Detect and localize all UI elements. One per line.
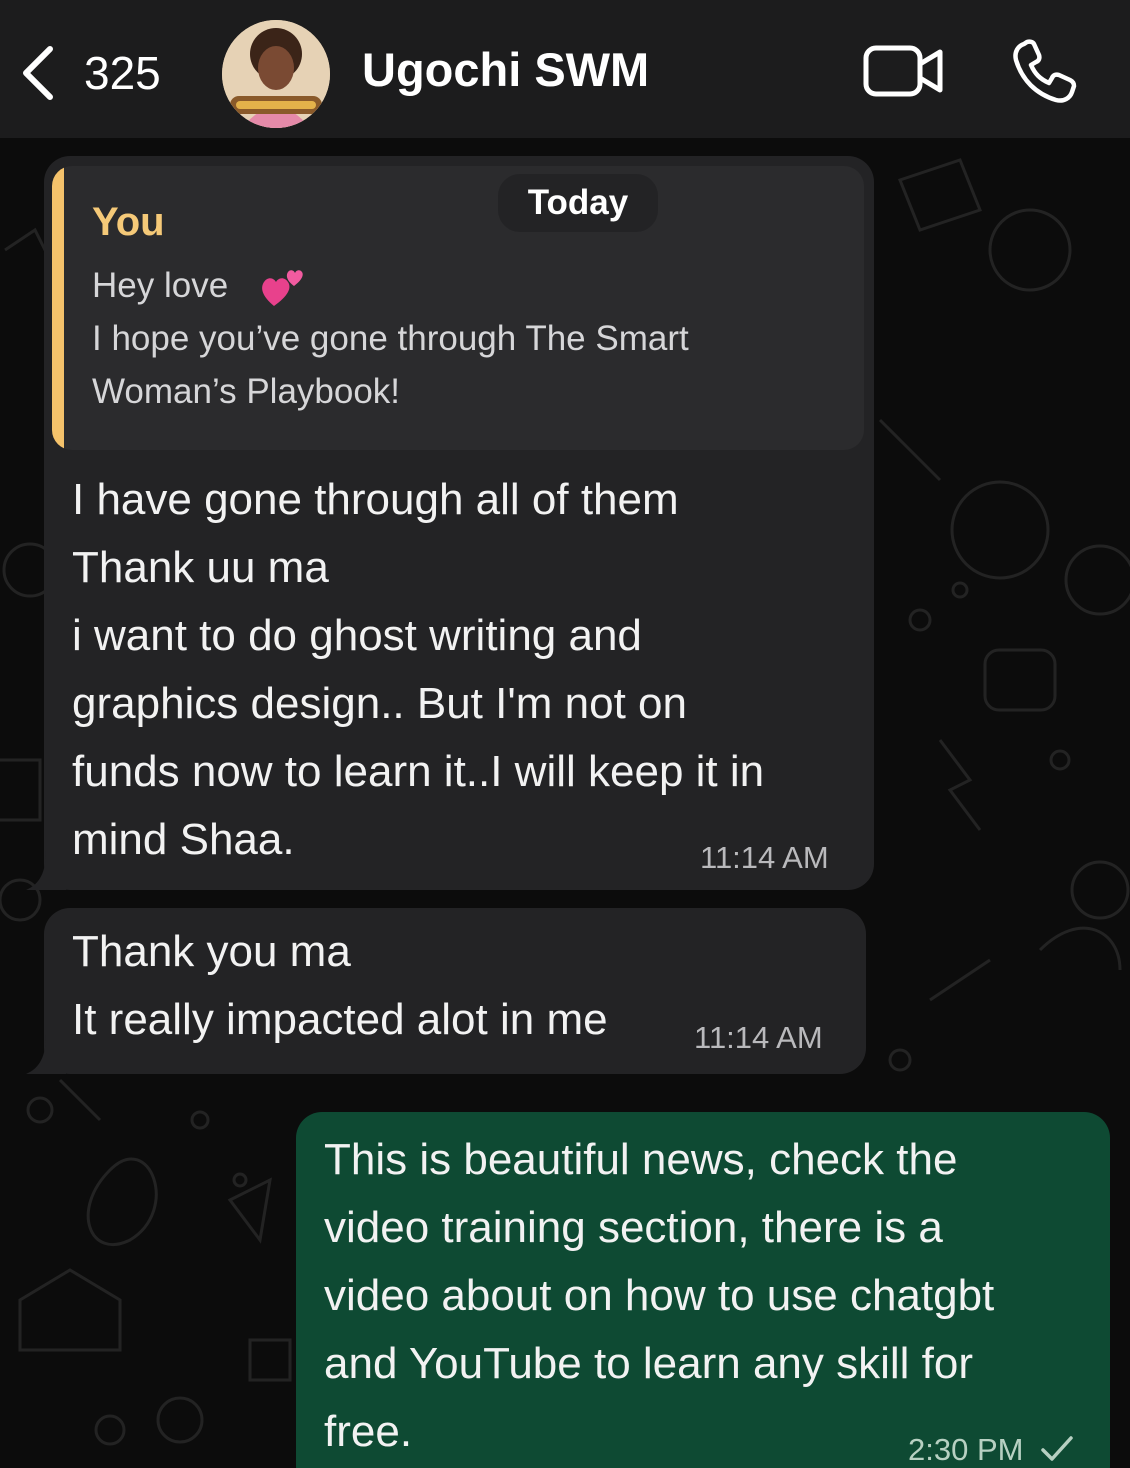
back-button[interactable]: 325 (18, 38, 161, 108)
chat-screen: 325 Ugochi SWM You Hey love I hope you’v… (0, 0, 1130, 1468)
message-time: 11:14 AM (700, 840, 829, 875)
message-time: 2:30 PM (908, 1432, 1024, 1467)
quote-author: You (92, 200, 165, 244)
unread-count: 325 (84, 47, 161, 99)
date-separator: Today (498, 174, 658, 232)
chat-header: 325 Ugochi SWM (0, 0, 1130, 138)
checkmark-icon (1041, 1436, 1073, 1461)
quote-text-line1: Hey love (92, 266, 229, 305)
message-text: I have gone through all of them Thank uu… (72, 475, 765, 864)
message-text: Thank you ma It really impacted alot in … (72, 927, 608, 1044)
bubble-tail (26, 1034, 66, 1074)
quote-text-line2: I hope you’ve gone through The Smart Wom… (92, 319, 689, 411)
quote-accent-bar (52, 166, 64, 450)
phone-icon[interactable] (1010, 38, 1078, 104)
bubble-tail (26, 850, 66, 890)
two-hearts-emoji-icon (262, 270, 303, 306)
contact-name[interactable]: Ugochi SWM (362, 42, 649, 97)
message-time: 11:14 AM (694, 1020, 823, 1055)
chevron-left-icon (23, 46, 53, 100)
avatar-image (222, 20, 330, 128)
quoted-reply[interactable]: You Hey love I hope you’ve gone through … (52, 166, 864, 450)
message-text: This is beautiful news, check the video … (324, 1135, 995, 1456)
contact-avatar[interactable] (222, 20, 330, 128)
video-camera-icon[interactable] (862, 42, 944, 100)
